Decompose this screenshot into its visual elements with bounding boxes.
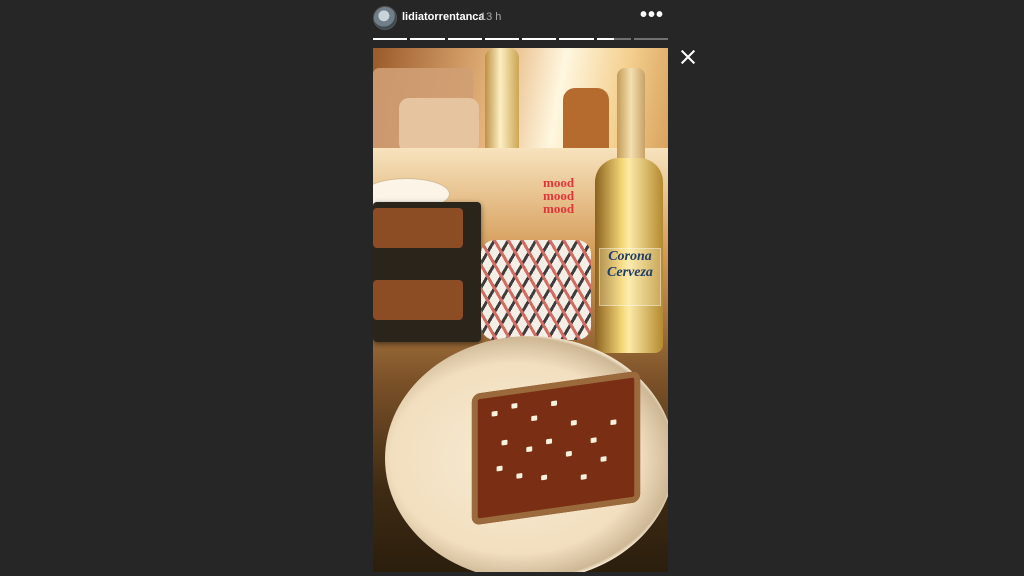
bottle-label: Corona Cerveza	[599, 248, 661, 306]
cheese-crumb	[526, 446, 533, 453]
progress-fill	[410, 38, 445, 40]
more-options-icon[interactable]: •••	[640, 5, 664, 25]
user-avatar[interactable]	[373, 6, 397, 30]
bottle-neck	[617, 68, 645, 168]
progress-fill	[447, 38, 482, 40]
pizza-slab	[373, 208, 463, 248]
cheese-crumb	[511, 402, 518, 409]
progress-segment	[410, 38, 445, 40]
cheese-crumb	[580, 473, 587, 480]
story-timestamp: 13 h	[480, 11, 502, 23]
cheese-crumb	[610, 419, 617, 426]
bottle-label-line: Cerveza	[607, 265, 653, 280]
sticker-line: mood	[543, 201, 575, 216]
progress-segment	[522, 38, 557, 40]
cheese-crumb	[546, 438, 553, 445]
progress-fill	[596, 38, 614, 40]
cheese-crumb	[590, 437, 597, 444]
progress-segment	[484, 38, 519, 40]
cheese-crumb	[541, 474, 548, 481]
progress-segment	[596, 38, 631, 40]
story-progress-bar	[373, 38, 668, 40]
story-header: lidiatorrentanca 13 h •••	[373, 5, 668, 31]
progress-fill	[484, 38, 519, 40]
cheese-crumb	[496, 465, 503, 472]
close-icon[interactable]	[679, 48, 697, 66]
progress-segment	[447, 38, 482, 40]
cheese-crumb	[531, 415, 538, 422]
cheese-crumb	[570, 419, 577, 426]
cheese-crumb	[516, 472, 523, 479]
tile-trivet	[481, 240, 591, 340]
cheese-crumb	[551, 400, 557, 407]
progress-fill	[522, 38, 557, 40]
cheese-crumb	[565, 450, 572, 457]
cheese-crumb	[491, 410, 498, 417]
mood-sticker[interactable]: mood mood mood	[543, 176, 574, 215]
cheese-crumb	[600, 456, 607, 462]
pizza-slice	[471, 370, 641, 526]
cushion	[399, 98, 479, 153]
bottle-label-line: Corona	[608, 249, 652, 264]
progress-segment	[373, 38, 408, 40]
progress-fill	[559, 38, 594, 40]
cheese-crumb	[501, 439, 508, 446]
pizza-slab	[373, 280, 463, 320]
progress-segment	[559, 38, 594, 40]
progress-fill	[373, 38, 408, 40]
username[interactable]: lidiatorrentanca	[402, 11, 485, 23]
progress-segment	[633, 38, 668, 40]
story-media[interactable]: Corona Cerveza mood mood mood	[373, 48, 668, 572]
